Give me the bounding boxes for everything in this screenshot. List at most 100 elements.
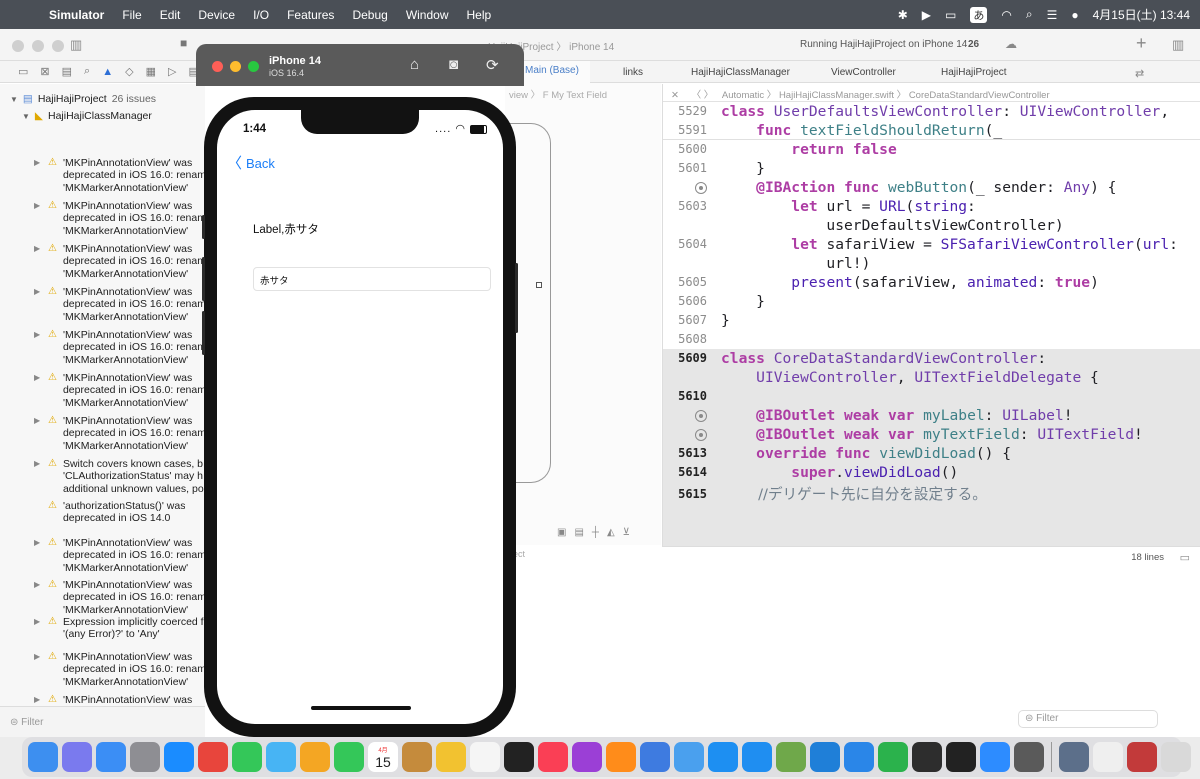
disclosure-right-icon[interactable]: ▶ [34, 200, 42, 237]
editor-jump-bar[interactable]: ✕ 〈 〉 Automatic 〉 HajiHajiClassManager.s… [663, 84, 1200, 102]
mail-icon[interactable] [96, 742, 126, 772]
reminders-icon[interactable] [470, 742, 500, 772]
nav-back-icon[interactable]: 〈 [692, 90, 702, 101]
chrome-icon[interactable] [198, 742, 228, 772]
notes-icon[interactable] [436, 742, 466, 772]
disclosure-right-icon[interactable] [34, 500, 42, 525]
code-line[interactable]: 5591 func textFieldShouldReturn(_ [663, 121, 1200, 140]
simulator-titlebar[interactable]: iPhone 14 iOS 16.4 ⌂ ◙ ⟳ [196, 44, 524, 86]
zoom-icon[interactable] [980, 742, 1010, 772]
code-line[interactable]: 5614 super.viewDidLoad() [663, 463, 1200, 482]
code-line[interactable]: @IBOutlet weak var myTextField: UITextFi… [663, 425, 1200, 444]
rotate-icon[interactable]: ⟳ [486, 56, 499, 74]
safari-icon[interactable] [164, 742, 194, 772]
code-line[interactable]: 5609 class CoreDataStandardViewController… [663, 349, 1200, 368]
split-editor-icon[interactable]: ⇄ [1135, 67, 1144, 80]
disclosure-right-icon[interactable]: ▶ [34, 286, 42, 323]
photos-icon[interactable] [300, 742, 330, 772]
folder-icon[interactable]: ▭ [18, 65, 28, 78]
close-window-button[interactable] [12, 40, 24, 52]
volume-up-button[interactable] [202, 257, 205, 301]
battery-icon[interactable]: ▭ [945, 8, 956, 22]
inspector-toggle-icon[interactable]: ▥ [1172, 37, 1184, 53]
appstore-dev-icon[interactable] [708, 742, 738, 772]
code-line[interactable]: 5606 } [663, 292, 1200, 311]
menu-features[interactable]: Features [278, 8, 343, 22]
issue-row[interactable]: ▶ ⚠ 'MKPinAnnotationView' was deprecated i… [34, 651, 205, 688]
code-line-partial[interactable] [663, 504, 1200, 546]
disclosure-right-icon[interactable]: ▶ [34, 616, 42, 641]
disclosure-right-icon[interactable]: ▶ [34, 458, 42, 495]
sheets-icon[interactable] [776, 742, 806, 772]
minimize-simulator-button[interactable] [230, 61, 241, 72]
issue-row[interactable]: ▶ ⚠ 'MKPinAnnotationView' was deprecated i… [34, 329, 205, 366]
podcasts-icon[interactable] [572, 742, 602, 772]
books-icon[interactable] [606, 742, 636, 772]
tab-links[interactable]: links [623, 67, 643, 78]
close-simulator-button[interactable] [212, 61, 223, 72]
disclosure-right-icon[interactable]: ▶ [34, 537, 42, 574]
app-store-icon[interactable] [742, 742, 772, 772]
tab-view-controller[interactable]: ViewController [831, 67, 896, 78]
jump-bar-path[interactable]: Automatic 〉 HajiHajiClassManager.swift 〉… [722, 90, 1050, 101]
code-line[interactable]: 5608 [663, 330, 1200, 349]
disclosure-right-icon[interactable]: ▶ [34, 157, 42, 194]
resize-handle[interactable] [536, 282, 542, 288]
navigator-filter[interactable]: ⊜ Filter [0, 706, 205, 737]
disclosure-right-icon[interactable]: ▶ [34, 243, 42, 280]
wifi-icon[interactable]: ◠ [1001, 8, 1011, 22]
volume-down-button[interactable] [202, 311, 205, 355]
test-icon[interactable]: ◇ [125, 65, 133, 78]
side-button[interactable] [515, 263, 518, 333]
menu-window[interactable]: Window [397, 8, 458, 22]
disclosure-right-icon[interactable]: ▶ [34, 651, 42, 688]
maps-icon[interactable] [266, 742, 296, 772]
sidebar-toggle-icon[interactable]: ▥ [70, 37, 82, 53]
menu-io[interactable]: I/O [244, 8, 278, 22]
outlet-connection-icon[interactable] [695, 429, 707, 441]
nav-forward-icon[interactable]: 〉 [704, 90, 714, 101]
facetime-icon[interactable] [334, 742, 364, 772]
code-line[interactable]: 5607} [663, 311, 1200, 330]
tab-haji-project[interactable]: HajiHajiProject [941, 67, 1007, 78]
code-line[interactable]: UIViewController, UITextFieldDelegate { [663, 368, 1200, 387]
issue-row[interactable]: ▶ ⚠ 'MKPinAnnotationView' was deprecated i… [34, 415, 205, 452]
issue-row[interactable]: ▶ ⚠ 'MKPinAnnotationView' was deprecated i… [34, 537, 205, 574]
disclosure-right-icon[interactable]: ▶ [34, 694, 42, 706]
back-button[interactable]: 〈 Back [227, 152, 275, 173]
breakpoint-icon[interactable]: ▷ [168, 65, 176, 78]
code-line[interactable]: 5600 return false [663, 140, 1200, 159]
source-editor[interactable]: ✕ 〈 〉 Automatic 〉 HajiHajiClassManager.s… [662, 84, 1200, 546]
minimize-window-button[interactable] [32, 40, 44, 52]
calendar-icon[interactable]: 4月 15 [368, 742, 398, 772]
code-line[interactable]: 5615 //デリゲート先に自分を設定する。 [663, 482, 1200, 504]
nav-project-row[interactable]: ▼ ▤ HajiHajiProject 26 issues [10, 93, 156, 105]
notes-app-icon[interactable] [402, 742, 432, 772]
debug-area-toggle-icon[interactable]: ▭ [1180, 551, 1190, 564]
simulator-icon[interactable] [674, 742, 704, 772]
launchpad-icon[interactable] [62, 742, 92, 772]
issue-row[interactable]: ⚠ 'authorizationStatus()' was deprecated … [34, 500, 205, 525]
code-line[interactable]: 5613 override func viewDidLoad() { [663, 444, 1200, 463]
finder-icon[interactable] [28, 742, 58, 772]
add-button[interactable]: + [1136, 33, 1147, 54]
close-editor-icon[interactable]: ✕ [671, 90, 679, 101]
apple-tv-icon[interactable] [504, 742, 534, 772]
preview-icon[interactable] [1059, 742, 1089, 772]
issue-row[interactable]: ▶ ⚠ 'MKPinAnnotationView' was deprecated i… [34, 243, 205, 280]
code-line[interactable]: 5529 class UserDefaultsViewController: U… [663, 102, 1200, 121]
home-indicator[interactable] [311, 706, 411, 710]
spotlight-search-icon[interactable]: ⌕ [1026, 7, 1033, 22]
numbers-icon[interactable] [878, 742, 908, 772]
music-icon[interactable] [538, 742, 568, 772]
textedit-icon[interactable] [1093, 742, 1123, 772]
disclosure-down-icon[interactable]: ▼ [10, 95, 18, 104]
menu-edit[interactable]: Edit [151, 8, 190, 22]
outlet-connection-icon[interactable] [695, 410, 707, 422]
issue-row[interactable]: ▶ ⚠ 'MKPinAnnotationView' was deprecated i… [34, 286, 205, 323]
disclosure-right-icon[interactable]: ▶ [34, 579, 42, 616]
debug-icon[interactable]: ▦ [146, 65, 156, 78]
github-desktop-icon[interactable] [912, 742, 942, 772]
zoom-simulator-button[interactable] [248, 61, 259, 72]
play-icon[interactable]: ▶ [922, 8, 931, 22]
